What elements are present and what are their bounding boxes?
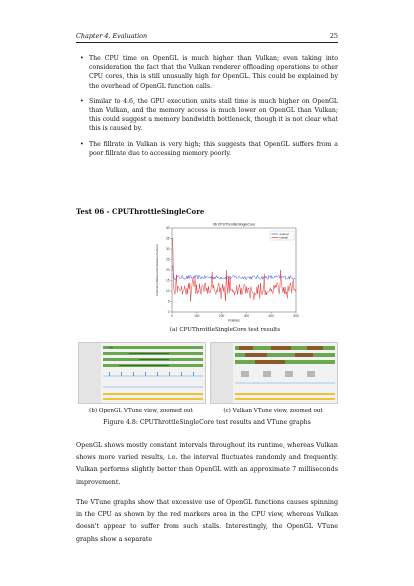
subcaption-c: (c) Vulkan VTune view, zoomed out	[223, 408, 323, 414]
body-paragraph: OpenGL shows mostly constant intervals t…	[76, 442, 338, 486]
bullet-item: The CPU time on OpenGL is much higher th…	[76, 54, 338, 91]
subcaption-b: (b) OpenGL VTune view, zoomed out	[89, 408, 193, 414]
legend-label-vulkan: vulkan	[280, 236, 289, 240]
running-header: Chapter 4. Evaluation 25	[76, 32, 338, 42]
chapter-title: Chapter 4. Evaluation	[76, 32, 148, 40]
section-title: Test 06 - CPUThrottleSingleCore	[76, 207, 205, 216]
vulkan-vtune-screenshot	[210, 342, 338, 404]
x-tick-label: 200	[219, 314, 225, 318]
bullet-item: The fillrate in Vulkan is very high; thi…	[76, 140, 338, 158]
x-tick-label: 300	[244, 314, 250, 318]
y-tick-label: 30	[166, 247, 170, 251]
figure-caption: Figure 4.8: CPUThrottleSingleCore test r…	[103, 419, 311, 426]
body-paragraph: The VTune graphs show that excessive use…	[76, 499, 338, 543]
y-tick-label: 35	[166, 237, 170, 241]
x-tick-label: 500	[293, 314, 299, 318]
y-tick-label: 0	[168, 310, 170, 314]
y-axis-label: Interval (milliseconds between frames)	[155, 244, 159, 295]
subcaption-a: (a) CPUThrottleSingleCore test results	[169, 327, 281, 333]
y-tick-label: 25	[166, 258, 170, 262]
interval-line-chart: 06 CPUThrottleSingleCore 0 5 10 15 20 25 30 35 40…	[155, 223, 299, 323]
document-page: Chapter 4. Evaluation 25 The CPU time on…	[0, 0, 414, 586]
bullet-list: The CPU time on OpenGL is much higher th…	[76, 54, 338, 164]
page-number: 25	[329, 32, 338, 40]
y-tick-label: 20	[166, 268, 170, 272]
vtune-screenshots	[76, 342, 338, 404]
bullet-item: Similar to 4.6, the GPU execution units …	[76, 97, 338, 134]
header-rule	[76, 42, 338, 43]
x-tick-label: 0	[171, 314, 173, 318]
x-axis-label: Frames	[228, 319, 240, 323]
y-tick-label: 10	[166, 289, 170, 293]
x-tick-label: 400	[269, 314, 275, 318]
y-tick-label: 5	[168, 300, 170, 304]
y-tick-label: 40	[166, 226, 170, 230]
x-tick-label: 100	[194, 314, 200, 318]
chart-title: 06 CPUThrottleSingleCore	[213, 223, 256, 227]
y-tick-label: 15	[166, 279, 170, 283]
opengl-vtune-screenshot	[78, 342, 206, 404]
